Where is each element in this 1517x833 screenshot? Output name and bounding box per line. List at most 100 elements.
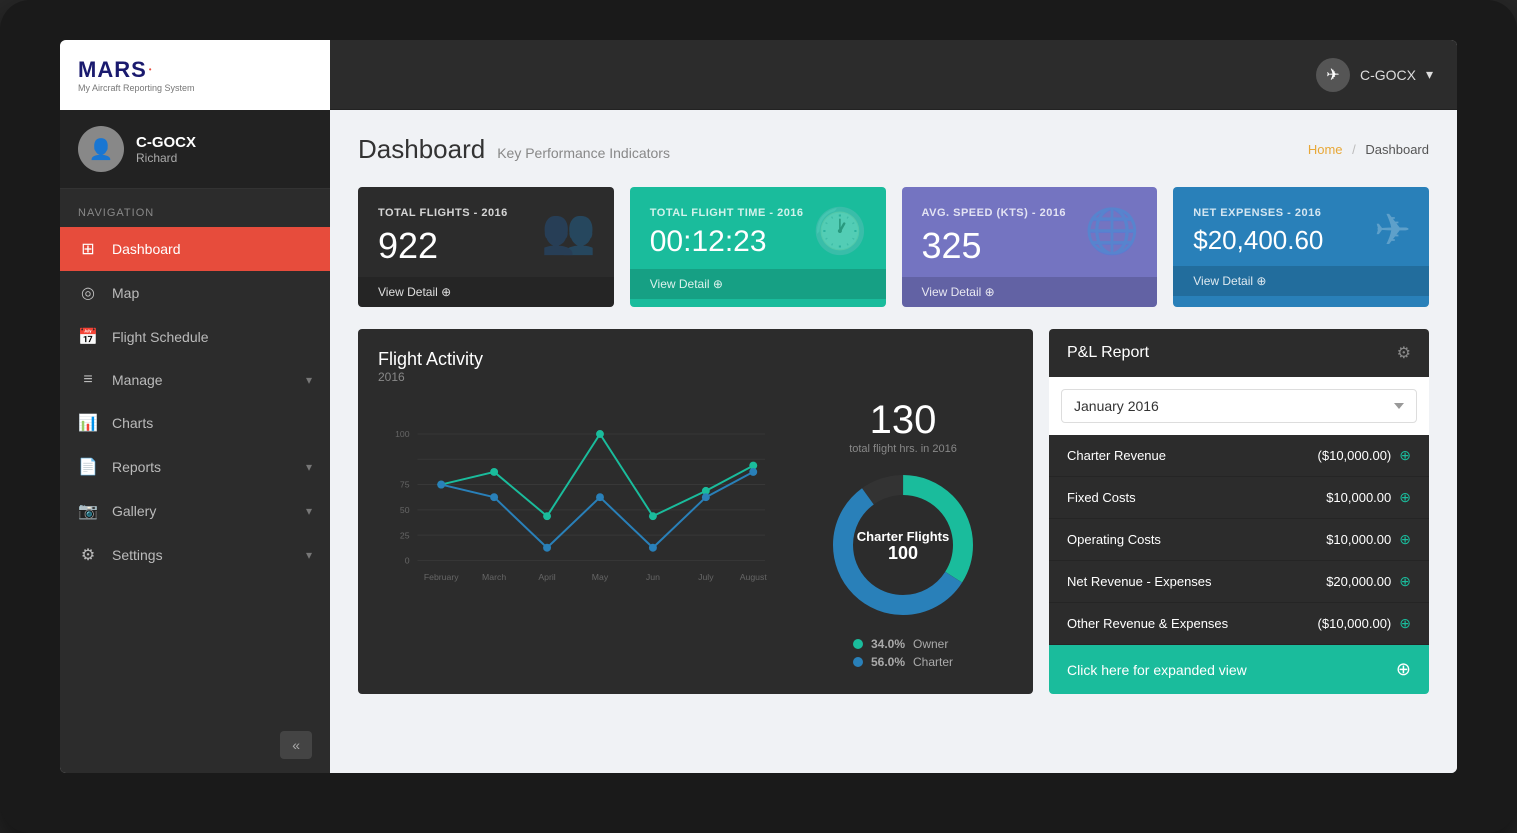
topbar-user[interactable]: ✈ C-GOCX ▾ xyxy=(1316,58,1433,92)
bottom-row: Flight Activity 2016 xyxy=(358,329,1429,694)
sidebar-item-map[interactable]: ◎ Map xyxy=(60,271,330,315)
kpi-card-total-flights: 👥 TOTAL FLIGHTS - 2016 922 View Detail ⊕ xyxy=(358,187,614,307)
sidebar-item-label: Reports xyxy=(112,459,161,475)
svg-text:May: May xyxy=(592,572,609,582)
dashboard-icon: ⊞ xyxy=(78,239,98,259)
donut-center-value: 100 xyxy=(888,543,918,563)
kpi-cards-row: 👥 TOTAL FLIGHTS - 2016 922 View Detail ⊕… xyxy=(358,187,1429,307)
sidebar-item-label: Manage xyxy=(112,372,163,388)
plus-circle-icon: ⊕ xyxy=(1399,531,1411,548)
flight-activity-year: 2016 xyxy=(378,370,1013,384)
kpi-footer-avg-speed[interactable]: View Detail ⊕ xyxy=(902,277,1158,307)
owner-color-dot xyxy=(853,639,863,649)
svg-text:75: 75 xyxy=(400,480,410,490)
collapse-button[interactable]: « xyxy=(280,731,312,759)
donut-chart-svg: Charter Flights 100 xyxy=(823,465,983,625)
breadcrumb-current: Dashboard xyxy=(1365,142,1429,157)
pl-settings-icon[interactable]: ⚙ xyxy=(1397,343,1411,363)
pl-amount: $10,000.00 xyxy=(1326,490,1391,505)
breadcrumb-home[interactable]: Home xyxy=(1308,142,1343,157)
flight-activity-card: Flight Activity 2016 xyxy=(358,329,1033,694)
chart-icon: 📊 xyxy=(78,413,98,433)
donut-area: 130 total flight hrs. in 2016 xyxy=(793,398,1013,674)
blue-dot xyxy=(649,544,657,552)
page-subtitle: Key Performance Indicators xyxy=(497,145,670,161)
line-chart: 100 75 50 25 0 February March April xyxy=(378,398,773,628)
avatar: 👤 xyxy=(78,126,124,172)
chart-svg: 100 75 50 25 0 February March April xyxy=(378,398,773,628)
legend-owner: 34.0% Owner xyxy=(853,637,953,651)
pl-row-value: ($10,000.00) ⊕ xyxy=(1318,615,1411,632)
logo-text: My Aircraft Reporting System xyxy=(78,83,195,94)
sidebar-item-flight-schedule[interactable]: 📅 Flight Schedule xyxy=(60,315,330,359)
kpi-footer-total-flights[interactable]: View Detail ⊕ xyxy=(358,277,614,307)
laptop-frame: MARS • My Aircraft Reporting System 👤 C-… xyxy=(0,0,1517,833)
user-name: C-GOCX xyxy=(136,134,196,151)
pl-report-header: P&L Report ⚙ xyxy=(1049,329,1429,377)
sidebar-item-label: Charts xyxy=(112,415,153,431)
sidebar: MARS • My Aircraft Reporting System 👤 C-… xyxy=(60,40,330,773)
view-detail-label: View Detail ⊕ xyxy=(922,285,995,299)
pl-amount: ($10,000.00) xyxy=(1318,616,1392,631)
gallery-icon: 📷 xyxy=(78,501,98,521)
charter-color-dot xyxy=(853,657,863,667)
page-title-group: Dashboard Key Performance Indicators xyxy=(358,134,670,165)
kpi-footer-flight-time[interactable]: View Detail ⊕ xyxy=(630,269,886,299)
sidebar-item-charts[interactable]: 📊 Charts xyxy=(60,401,330,445)
logo-brand: MARS xyxy=(78,57,147,83)
user-sub: Richard xyxy=(136,151,196,165)
topbar-dropdown-icon: ▾ xyxy=(1426,66,1433,83)
pl-expanded-view-button[interactable]: Click here for expanded view ⊕ xyxy=(1049,645,1429,694)
donut-center-label: Charter Flights xyxy=(857,529,949,544)
pl-row-other-revenue[interactable]: Other Revenue & Expenses ($10,000.00) ⊕ xyxy=(1049,603,1429,645)
sidebar-item-manage[interactable]: ≡ Manage ▾ xyxy=(60,359,330,401)
sidebar-item-dashboard[interactable]: ⊞ Dashboard xyxy=(60,227,330,271)
legend-charter: 56.0% Charter xyxy=(853,655,953,669)
sidebar-item-settings[interactable]: ⚙ Settings ▾ xyxy=(60,533,330,577)
svg-text:25: 25 xyxy=(400,530,410,540)
pl-footer-icon: ⊕ xyxy=(1396,659,1411,680)
donut-total-value: 130 xyxy=(870,398,937,443)
blue-dot xyxy=(543,544,551,552)
sidebar-collapse: « xyxy=(60,717,330,773)
pl-month-select[interactable]: January 2016 February 2016 March 2016 Ap… xyxy=(1061,389,1417,423)
pl-row-value: $10,000.00 ⊕ xyxy=(1326,531,1411,548)
sidebar-item-reports[interactable]: 📄 Reports ▾ xyxy=(60,445,330,489)
sidebar-item-gallery[interactable]: 📷 Gallery ▾ xyxy=(60,489,330,533)
sidebar-item-label: Gallery xyxy=(112,503,156,519)
main-content: ✈ C-GOCX ▾ Dashboard Key Performance Ind… xyxy=(330,40,1457,773)
charter-pct: 56.0% xyxy=(871,655,905,669)
plus-circle-icon: ⊕ xyxy=(1399,447,1411,464)
pl-row-label: Other Revenue & Expenses xyxy=(1067,616,1228,631)
pl-row-value: $10,000.00 ⊕ xyxy=(1326,489,1411,506)
pl-row-operating-costs[interactable]: Operating Costs $10,000.00 ⊕ xyxy=(1049,519,1429,561)
donut-total-label: total flight hrs. in 2016 xyxy=(849,443,957,455)
pl-row-charter-revenue[interactable]: Charter Revenue ($10,000.00) ⊕ xyxy=(1049,435,1429,477)
pl-row-label: Charter Revenue xyxy=(1067,448,1166,463)
topbar: ✈ C-GOCX ▾ xyxy=(330,40,1457,110)
manage-icon: ≡ xyxy=(78,371,98,389)
kpi-footer-net-expenses[interactable]: View Detail ⊕ xyxy=(1173,266,1429,296)
teal-dot xyxy=(543,512,551,520)
clock-icon: 🕐 xyxy=(813,205,868,257)
calendar-icon: 📅 xyxy=(78,327,98,347)
pl-row-net-revenue[interactable]: Net Revenue - Expenses $20,000.00 ⊕ xyxy=(1049,561,1429,603)
blue-dot xyxy=(437,481,445,489)
sidebar-logo: MARS • My Aircraft Reporting System xyxy=(60,40,330,110)
pl-row-value: $20,000.00 ⊕ xyxy=(1326,573,1411,590)
pl-amount: $20,000.00 xyxy=(1326,574,1391,589)
charter-label: Charter xyxy=(913,655,953,669)
pl-row-label: Operating Costs xyxy=(1067,532,1161,547)
laptop-screen: MARS • My Aircraft Reporting System 👤 C-… xyxy=(60,40,1457,773)
teal-dot xyxy=(649,512,657,520)
pl-row-label: Fixed Costs xyxy=(1067,490,1136,505)
pl-row-fixed-costs[interactable]: Fixed Costs $10,000.00 ⊕ xyxy=(1049,477,1429,519)
sidebar-item-label: Flight Schedule xyxy=(112,329,209,345)
view-detail-label: View Detail ⊕ xyxy=(378,285,451,299)
breadcrumb-separator: / xyxy=(1352,142,1356,157)
owner-pct: 34.0% xyxy=(871,637,905,651)
plus-circle-icon: ⊕ xyxy=(1399,615,1411,632)
flight-activity-title: Flight Activity xyxy=(378,349,1013,370)
blue-dot xyxy=(749,468,757,476)
plus-circle-icon: ⊕ xyxy=(1399,489,1411,506)
